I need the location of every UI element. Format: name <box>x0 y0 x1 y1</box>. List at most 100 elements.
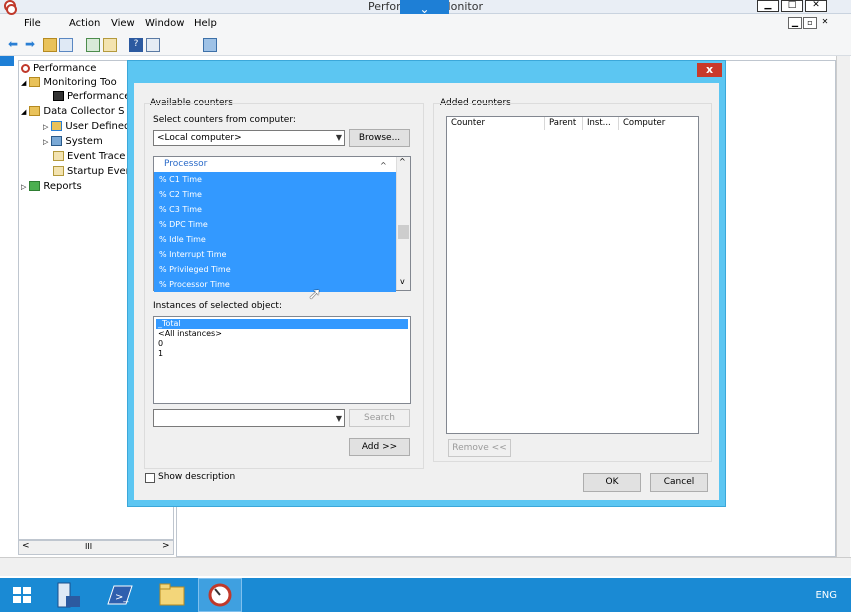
tree-item-reports[interactable]: ▷ Reports <box>21 180 82 193</box>
counter-item[interactable]: % Idle Time <box>154 232 396 247</box>
taskbar-file-explorer[interactable] <box>150 578 194 612</box>
forward-arrow-icon[interactable]: ➡ <box>23 38 37 52</box>
search-combobox[interactable]: ▼ <box>153 409 345 427</box>
system-icon <box>51 136 63 146</box>
cancel-button[interactable]: Cancel <box>650 473 708 492</box>
object-header-processor[interactable]: Processor ^ <box>154 157 410 172</box>
menu-file[interactable]: File <box>24 18 41 29</box>
taskbar-powershell[interactable]: >_ <box>98 578 142 612</box>
instance-item[interactable]: <All instances> <box>156 329 408 339</box>
tree-item-data-collector-sets[interactable]: ◢ Data Collector S <box>21 105 124 118</box>
powershell-icon: >_ <box>107 585 133 605</box>
tree-item-event-trace[interactable]: Event Trace <box>53 150 125 163</box>
close-icon: ✕ <box>812 0 820 10</box>
counter-listbox[interactable]: Processor ^ % C1 Time % C2 Time % C3 Tim… <box>153 156 411 292</box>
instance-item[interactable]: 1 <box>156 349 408 359</box>
tree-item-performance[interactable]: Performance <box>21 62 96 75</box>
tree-item-system[interactable]: ▷ System <box>43 135 103 148</box>
add-button[interactable]: Add >> <box>349 438 410 456</box>
show-hide-tree-icon[interactable] <box>59 38 73 52</box>
trace-icon <box>53 166 64 176</box>
scroll-thumb[interactable] <box>398 225 409 239</box>
tree-item-label: User Defined <box>65 121 131 132</box>
counter-item[interactable]: % Processor Time <box>154 277 396 292</box>
search-button[interactable]: Search <box>349 409 410 427</box>
computer-combobox[interactable]: <Local computer> ▼ <box>153 130 345 146</box>
tree-horizontal-scrollbar[interactable]: < III > <box>18 540 174 555</box>
scroll-thumb[interactable]: III <box>85 542 92 551</box>
instance-item[interactable]: 0 <box>156 339 408 349</box>
server-manager-icon <box>57 582 80 608</box>
added-counters-listview[interactable]: Counter Parent Inst... Computer <box>446 116 699 434</box>
object-name: Processor <box>164 159 208 169</box>
menu-action[interactable]: Action <box>69 18 100 29</box>
toolbar <box>0 34 851 56</box>
menu-help[interactable]: Help <box>194 18 217 29</box>
counter-item[interactable]: % Privileged Time <box>154 262 396 277</box>
column-counter[interactable]: Counter <box>447 117 545 130</box>
instances-listbox[interactable]: _Total <All instances> 0 1 <box>153 316 411 404</box>
show-description-checkbox[interactable] <box>145 473 155 483</box>
counter-item[interactable]: % C2 Time <box>154 187 396 202</box>
mdi-minimize-button[interactable]: ▁ <box>788 17 802 29</box>
taskbar-performance-monitor[interactable] <box>198 578 242 612</box>
dialog-body: Available counters Select counters from … <box>134 83 719 500</box>
language-indicator[interactable]: ENG <box>815 590 837 601</box>
vertical-scrollbar[interactable] <box>836 56 850 576</box>
new-window-icon[interactable] <box>203 38 217 52</box>
expand-icon: ▷ <box>43 138 49 146</box>
expand-icon: ▷ <box>21 183 27 191</box>
menu-window[interactable]: Window <box>145 18 184 29</box>
start-button[interactable] <box>0 578 44 612</box>
back-arrow-icon[interactable]: ⬅ <box>6 38 20 52</box>
scroll-right-icon[interactable]: > <box>162 541 170 551</box>
taskbar-server-manager[interactable] <box>48 578 92 612</box>
mouse-pointer-icon: ➚ <box>308 284 322 303</box>
help-icon[interactable]: ? <box>129 38 143 52</box>
column-parent[interactable]: Parent <box>545 117 583 130</box>
collapse-icon[interactable]: ^ <box>380 158 387 173</box>
counter-item[interactable]: % C3 Time <box>154 202 396 217</box>
tree-item-monitoring-tools[interactable]: ◢ Monitoring Too <box>21 76 117 89</box>
menu-view[interactable]: View <box>111 18 135 29</box>
scroll-down-icon[interactable]: v <box>400 277 405 286</box>
counter-item[interactable]: % Interrupt Time <box>154 247 396 262</box>
mdi-close-button[interactable]: ✕ <box>818 17 832 29</box>
mmc-system-icon[interactable] <box>6 4 17 15</box>
status-bar <box>0 557 851 576</box>
expand-icon: ◢ <box>21 79 27 87</box>
counter-item[interactable]: % DPC Time <box>154 217 396 232</box>
properties-icon[interactable] <box>86 38 100 52</box>
up-folder-icon[interactable] <box>43 38 57 52</box>
export-icon[interactable] <box>103 38 117 52</box>
view-icon[interactable] <box>146 38 160 52</box>
column-instance[interactable]: Inst... <box>583 117 619 130</box>
taskbar: >_ ENG <box>0 578 851 612</box>
counter-list-scrollbar[interactable]: ^ v <box>396 157 410 290</box>
perfmon-icon <box>21 63 30 73</box>
tree-item-startup-event[interactable]: Startup Even <box>53 165 132 178</box>
ok-button[interactable]: OK <box>583 473 641 492</box>
tree-item-label: Event Trace <box>67 151 126 162</box>
tree-item-user-defined[interactable]: ▷ User Defined <box>43 120 130 133</box>
trace-icon <box>53 151 64 161</box>
counter-item[interactable]: % C1 Time <box>154 172 396 187</box>
left-margin <box>0 66 14 586</box>
tree-item-performance-monitor[interactable]: Performance <box>53 90 130 103</box>
folder-icon <box>29 106 41 116</box>
maximize-button[interactable]: □ <box>781 0 803 12</box>
tree-item-label: Data Collector S <box>43 106 125 117</box>
browse-button[interactable]: Browse... <box>349 129 410 147</box>
close-button[interactable]: ✕ <box>805 0 827 12</box>
instance-item[interactable]: _Total <box>156 319 408 329</box>
dialog-close-button[interactable]: x <box>697 63 722 77</box>
scroll-left-icon[interactable]: < <box>22 541 30 551</box>
tree-item-label: Monitoring Too <box>43 77 117 88</box>
remove-button[interactable]: Remove << <box>448 439 511 457</box>
scroll-up-icon[interactable]: ^ <box>399 157 406 166</box>
column-computer[interactable]: Computer <box>619 117 699 130</box>
mdi-restore-button[interactable]: ▫ <box>803 17 817 29</box>
select-computer-label: Select counters from computer: <box>153 115 296 125</box>
minimize-button[interactable]: ▁ <box>757 0 779 12</box>
show-description-label: Show description <box>158 472 236 482</box>
